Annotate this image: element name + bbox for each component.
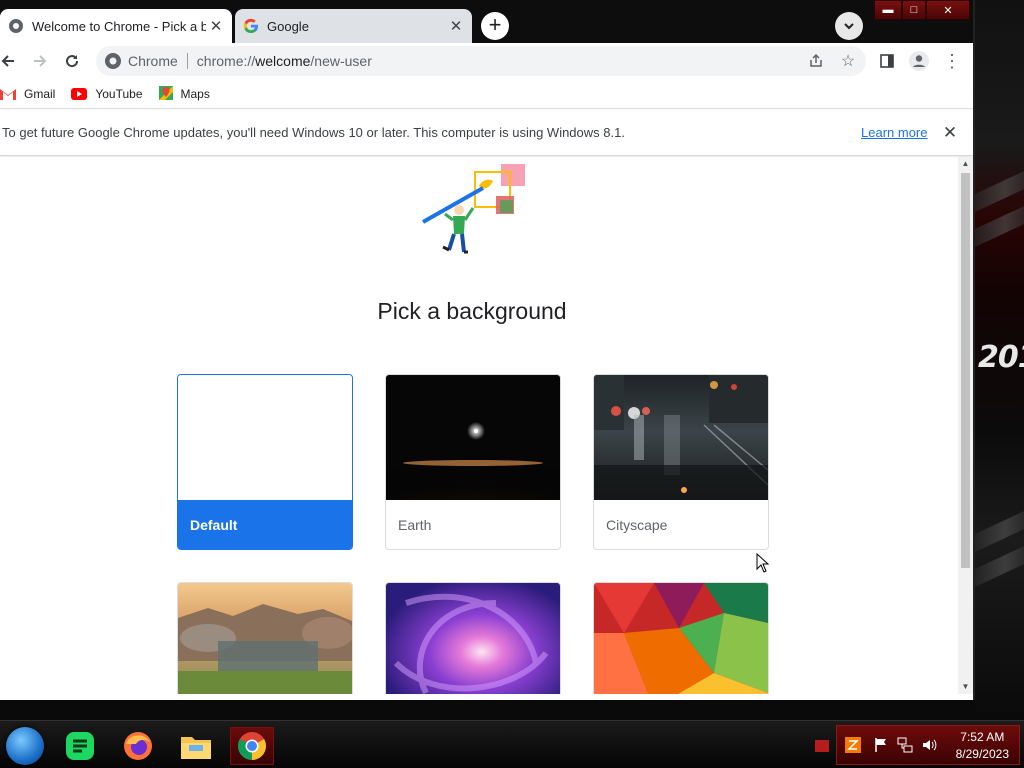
- flag-icon[interactable]: [873, 737, 889, 753]
- bookmark-star-icon[interactable]: ☆: [839, 52, 857, 70]
- forward-button[interactable]: [28, 49, 52, 73]
- cityscape-thumbnail: [594, 375, 768, 500]
- scroll-down-arrow-icon[interactable]: ▼: [958, 680, 973, 694]
- youtube-icon: [71, 87, 88, 100]
- system-clock[interactable]: 7:52 AM 8/29/2023: [956, 729, 1009, 763]
- tray-overflow-icon[interactable]: [812, 727, 832, 765]
- volume-icon[interactable]: [921, 737, 937, 753]
- chrome-icon: [238, 732, 266, 760]
- tab-title: Google: [267, 18, 309, 34]
- background-option-cityscape[interactable]: Cityscape: [593, 374, 769, 550]
- bookmark-youtube[interactable]: YouTube: [71, 87, 143, 101]
- network-icon[interactable]: [897, 737, 913, 753]
- page-content: Pick a background Default Earth Cityscap…: [0, 157, 958, 694]
- scroll-up-arrow-icon[interactable]: ▲: [958, 157, 973, 171]
- start-button[interactable]: [6, 727, 44, 765]
- bookmark-gmail[interactable]: Gmail: [0, 87, 55, 101]
- reload-icon: [66, 55, 79, 68]
- infobar-message: To get future Google Chrome updates, you…: [2, 125, 625, 140]
- taskbar: 7:52 AM 8/29/2023: [0, 720, 1024, 768]
- background-label: Default: [178, 500, 352, 549]
- new-tab-button[interactable]: +: [481, 12, 509, 40]
- maps-icon: [158, 85, 173, 100]
- person-icon: [909, 51, 929, 71]
- tab-google[interactable]: Google ✕: [235, 9, 472, 43]
- address-bar[interactable]: Chrome chrome://welcome/new-user ☆: [96, 46, 866, 76]
- side-panel-icon[interactable]: [875, 49, 899, 73]
- chrome-page-icon: [9, 19, 23, 33]
- landscape-thumbnail: [178, 583, 352, 694]
- mouse-cursor-icon: [756, 553, 770, 573]
- firefox-button[interactable]: [116, 727, 160, 765]
- tab-search-button[interactable]: [835, 12, 863, 40]
- chrome-window: Welcome to Chrome - Pick a background ✕ …: [0, 0, 975, 700]
- file-explorer-button[interactable]: [174, 727, 218, 765]
- chrome-taskbar-button[interactable]: [230, 727, 274, 765]
- background-option-earth[interactable]: Earth: [385, 374, 561, 550]
- scrollbar-thumb[interactable]: [961, 173, 970, 568]
- notes-icon: [66, 732, 94, 760]
- background-thumbnail: [178, 375, 352, 500]
- reload-button[interactable]: [60, 49, 84, 73]
- clock-date: 8/29/2023: [955, 747, 1009, 761]
- toolbar: Chrome chrome://welcome/new-user ☆ ⋮: [0, 43, 973, 79]
- arrow-right-icon: [34, 55, 47, 67]
- earth-thumbnail: [386, 375, 560, 500]
- arrow-left-icon: [1, 55, 14, 67]
- site-chip: Chrome: [128, 53, 178, 69]
- system-tray: 7:52 AM 8/29/2023: [836, 725, 1020, 765]
- background-option-geometric[interactable]: [593, 582, 769, 694]
- gmail-icon: [0, 88, 16, 100]
- chevron-down-icon: [844, 23, 854, 30]
- learn-more-link[interactable]: Learn more: [861, 125, 927, 140]
- minimize-button[interactable]: ▬: [874, 0, 902, 20]
- url-text: chrome://welcome/new-user: [196, 53, 372, 69]
- tab-title: Welcome to Chrome - Pick a background: [32, 18, 206, 34]
- back-button[interactable]: [0, 49, 20, 73]
- profile-avatar[interactable]: [907, 49, 931, 73]
- update-infobar: To get future Google Chrome updates, you…: [0, 110, 973, 156]
- close-tab-icon[interactable]: ✕: [206, 16, 226, 36]
- close-icon[interactable]: ✕: [941, 123, 959, 142]
- tab-strip: Welcome to Chrome - Pick a background ✕ …: [0, 0, 973, 43]
- notes-app-button[interactable]: [58, 727, 102, 765]
- clock-time: 7:52 AM: [960, 730, 1005, 744]
- divider: [186, 53, 188, 69]
- galaxy-thumbnail: [386, 583, 560, 694]
- tab-welcome[interactable]: Welcome to Chrome - Pick a background ✕: [0, 9, 232, 43]
- background-option-landscape[interactable]: [177, 582, 353, 694]
- firefox-icon: [124, 732, 152, 760]
- background-label: Earth: [398, 516, 432, 533]
- bookmarks-bar: Gmail YouTube Maps: [0, 79, 973, 109]
- close-tab-icon[interactable]: ✕: [446, 16, 466, 36]
- desktop-wallpaper: 201: [975, 0, 1024, 720]
- page-title: Pick a background: [377, 298, 567, 324]
- background-label: Cityscape: [606, 516, 668, 533]
- background-option-galaxy[interactable]: [385, 582, 561, 694]
- google-icon: [243, 18, 258, 34]
- maximize-button[interactable]: □: [902, 0, 926, 20]
- bookmark-maps[interactable]: Maps: [158, 85, 210, 102]
- painter-illustration: [422, 164, 525, 254]
- geometric-thumbnail: [594, 583, 768, 694]
- app-tray-icon[interactable]: [845, 737, 861, 753]
- close-window-button[interactable]: ✕: [926, 0, 970, 20]
- share-icon[interactable]: [807, 52, 825, 70]
- page-scrollbar[interactable]: ▲ ▼: [958, 157, 973, 694]
- menu-dots-icon[interactable]: ⋮: [940, 49, 964, 73]
- wallpaper-text: 201: [978, 340, 1024, 375]
- folder-icon: [181, 737, 211, 759]
- chrome-icon: [105, 53, 121, 69]
- background-option-default[interactable]: Default: [177, 374, 353, 550]
